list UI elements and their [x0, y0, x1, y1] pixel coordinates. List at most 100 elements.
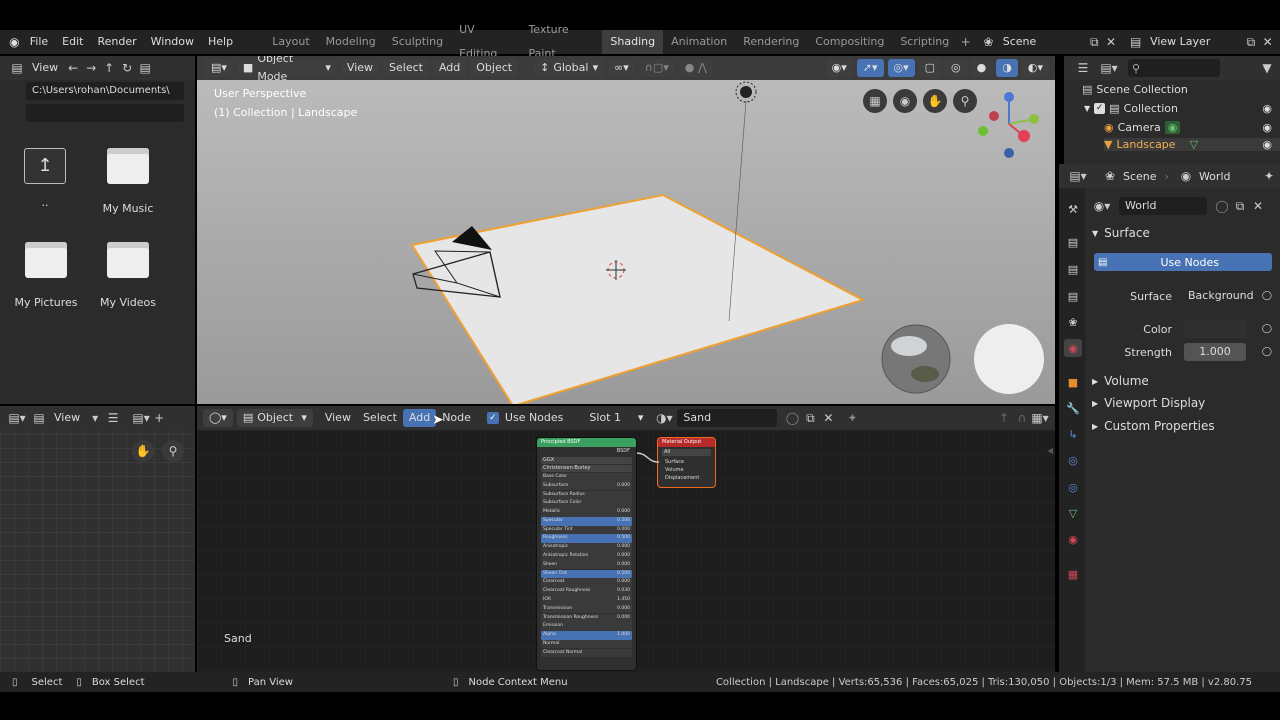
outliner-row-collection[interactable]: ▼ ✓ ▤ Collection ◉ [1084, 102, 1280, 115]
world-tab-icon[interactable]: ◉ [1064, 339, 1082, 357]
principled-input-row[interactable]: Alpha 1.000 [541, 631, 632, 640]
add-workspace-icon[interactable]: + [957, 33, 974, 51]
delete-scene-icon[interactable]: ✕ [1103, 33, 1120, 51]
camera-view-icon[interactable]: ◉ [893, 89, 917, 113]
strength-field[interactable]: 1.000 [1184, 343, 1246, 361]
scene-tab-icon[interactable]: ❀ [1064, 313, 1082, 331]
principled-input-row[interactable]: Sheen 0.000 [541, 560, 632, 570]
new-scene-icon[interactable]: ⧉ [1086, 33, 1103, 51]
particles-tab-icon[interactable]: ↳ [1064, 425, 1082, 443]
viewport-3d[interactable]: ▤▾ ■ Object Mode ▾ View Select Add Object … [197, 56, 1055, 404]
expand-arrow-icon[interactable]: ▼ [1084, 104, 1090, 113]
tab-sculpting[interactable]: Sculpting [384, 30, 451, 54]
delete-view-layer-icon[interactable]: ✕ [1259, 33, 1276, 51]
principled-input-row[interactable]: Specular 0.500 [541, 516, 632, 526]
blender-logo-icon[interactable]: ◉ [6, 33, 23, 51]
render-tab-icon[interactable]: ▤ [1064, 233, 1082, 251]
folder-my-music[interactable]: My Music [98, 148, 158, 218]
principled-input-row[interactable]: IOR 1.450 [541, 595, 632, 605]
path-field[interactable]: C:\Users\rohan\Documents\ [26, 82, 184, 100]
principled-input-row[interactable]: Sheen Tint 0.500 [541, 569, 632, 579]
outliner-row-scene-collection[interactable]: ▤ Scene Collection [1082, 83, 1188, 96]
tab-compositing[interactable]: Compositing [807, 30, 892, 54]
viewport-display-panel-header[interactable]: ▶ Viewport Display [1092, 396, 1205, 410]
image-browse-icon[interactable]: ▤▾ [132, 409, 150, 427]
node-view-menu[interactable]: View [319, 409, 357, 427]
editor-type-icon[interactable]: ▤▾ [8, 409, 26, 427]
tab-layout[interactable]: Layout [264, 30, 317, 54]
editor-type-button[interactable]: ◯▾ [203, 409, 233, 427]
tool-tab-icon[interactable]: ⚒ [1064, 200, 1082, 218]
hamburger-icon[interactable]: ☰ [104, 409, 122, 427]
editor-type-icon[interactable]: ▤▾ [1069, 167, 1087, 185]
color-swatch[interactable] [1184, 320, 1246, 338]
principled-input-row[interactable]: Subsurface Radius [541, 490, 632, 500]
slot-dropdown[interactable]: Slot 1 ▾ [583, 409, 649, 427]
subsurface-method-dropdown[interactable]: Christensen-Burley [541, 465, 632, 472]
snap-target-icon[interactable]: ▦▾ [1031, 409, 1049, 427]
scene-name[interactable]: Scene [997, 33, 1086, 51]
tab-animation[interactable]: Animation [663, 30, 735, 54]
scene-breadcrumb[interactable]: Scene [1123, 170, 1157, 183]
hand-pan-icon[interactable]: ✋ [923, 89, 947, 113]
node-select-menu[interactable]: Select [357, 409, 403, 427]
unlink-icon[interactable]: ✕ [1249, 197, 1267, 215]
principled-input-row[interactable]: Emission [541, 622, 632, 631]
eye-icon[interactable]: ◉ [1262, 138, 1272, 151]
principled-input-row[interactable]: Clearcoat 0.000 [541, 578, 632, 587]
new-folder-icon[interactable]: ▤ [136, 59, 154, 77]
menu-file[interactable]: File [23, 30, 55, 54]
view-layer-icon[interactable]: ▤ [1127, 33, 1144, 51]
principled-input-row[interactable]: Anisotropic 0.000 [541, 543, 632, 552]
use-nodes-checkbox[interactable]: ✓ [486, 412, 499, 424]
texture-tab-icon[interactable]: ▦ [1064, 565, 1082, 583]
principled-input-row[interactable]: Clearcoat Normal [541, 648, 632, 658]
world-breadcrumb[interactable]: World [1199, 170, 1231, 183]
duplicate-icon[interactable]: ⧉ [1231, 197, 1249, 215]
zoom-icon[interactable]: ⚲ [162, 440, 184, 462]
material-output-node[interactable]: Material Output All Surface Volume Displ… [657, 437, 716, 488]
data-tab-icon[interactable]: ▽ [1064, 504, 1082, 522]
principled-input-row[interactable]: Subsurface Color [541, 499, 632, 508]
snap-icon[interactable]: ∩ [1013, 409, 1031, 427]
new-image-icon[interactable]: + [150, 409, 168, 427]
hand-pan-icon[interactable]: ✋ [132, 440, 154, 462]
folder-my-pictures[interactable]: My Pictures [12, 242, 80, 312]
principled-input-row[interactable]: Clearcoat Roughness 0.030 [541, 587, 632, 596]
material-tab-icon[interactable]: ◉ [1064, 530, 1082, 548]
eye-icon[interactable]: ◉ [1262, 102, 1272, 115]
editor-type-icon[interactable]: ▤ [8, 59, 26, 77]
tab-rendering[interactable]: Rendering [735, 30, 807, 54]
duplicate-icon[interactable]: ⧉ [801, 409, 819, 427]
principled-input-row[interactable]: Transmission 0.000 [541, 604, 632, 614]
principled-input-row[interactable]: Anisotropic Rotation 0.000 [541, 552, 632, 561]
principled-input-row[interactable]: Subsurface 0.000 [541, 481, 632, 491]
outliner-search-field[interactable]: ⚲ [1128, 59, 1220, 77]
parent-folder-item[interactable]: ↥ .. [18, 148, 72, 218]
menu-render[interactable]: Render [90, 30, 143, 54]
image-icon[interactable]: ▤ [30, 409, 48, 427]
use-nodes-button[interactable]: ▤ Use Nodes [1094, 253, 1272, 271]
custom-properties-panel-header[interactable]: ▶ Custom Properties [1092, 419, 1215, 433]
link-dot-icon[interactable]: ◯ [1262, 291, 1272, 301]
world-icon[interactable]: ◉▾ [1093, 197, 1111, 215]
principled-bsdf-node[interactable]: Principled BSDF BSDF GGX Christensen-Bur… [536, 437, 637, 671]
constraints-tab-icon[interactable]: ◎ [1064, 478, 1082, 496]
surface-shader-field[interactable]: Background [1184, 287, 1254, 305]
file-browser-view-menu[interactable]: View [26, 59, 64, 77]
principled-input-row[interactable]: Metallic 0.000 [541, 508, 632, 517]
editor-type-icon[interactable]: ☰ [1074, 59, 1092, 77]
menu-help[interactable]: Help [201, 30, 240, 54]
view-layer-tab-icon[interactable]: ▤ [1064, 287, 1082, 305]
view-layer-name[interactable]: View Layer [1144, 33, 1242, 51]
node-editor-panel[interactable]: ◯▾ ▤ Object ▾ View Select Add Node ✓ Use N… [197, 406, 1055, 672]
principled-input-row[interactable]: Normal [541, 639, 632, 649]
sidebar-toggle-icon[interactable]: ◀ [1047, 446, 1053, 455]
material-name-field[interactable]: Sand [677, 409, 778, 427]
link-dot-icon[interactable]: ◯ [1262, 347, 1272, 357]
outliner-row-camera[interactable]: ◉ Camera ◉ ◉ [1104, 121, 1280, 134]
link-dot-icon[interactable]: ◯ [1262, 324, 1272, 334]
back-arrow-icon[interactable]: ← [64, 59, 82, 77]
volume-panel-header[interactable]: ▶ Volume [1092, 374, 1149, 388]
principled-input-row[interactable]: Transmission Roughness 0.000 [541, 613, 632, 623]
